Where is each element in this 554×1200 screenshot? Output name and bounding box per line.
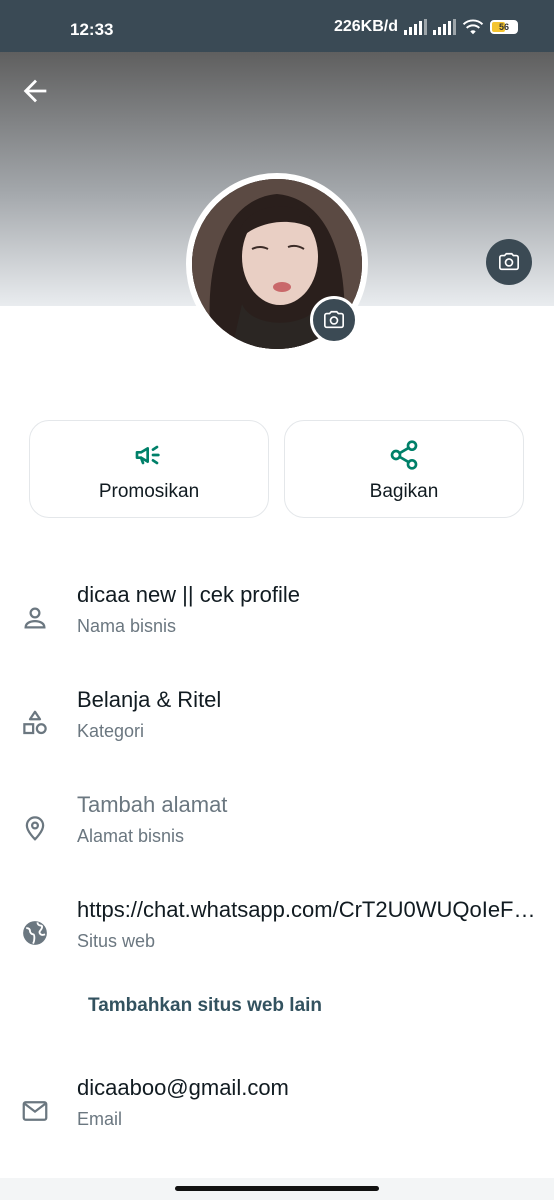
share-label: Bagikan bbox=[369, 481, 439, 502]
email-value: dicaaboo@gmail.com bbox=[77, 1075, 289, 1100]
status-indicators: 226KB/d 56 bbox=[334, 18, 518, 36]
battery-icon: 56 bbox=[490, 20, 518, 34]
share-icon bbox=[390, 440, 418, 470]
website-value: https://chat.whatsapp.com/CrT2U0WUQoIeFD… bbox=[77, 897, 542, 922]
promote-label: Promosikan bbox=[98, 481, 200, 502]
category-row[interactable]: Belanja & Ritel Kategori bbox=[0, 683, 554, 763]
share-button[interactable]: Bagikan bbox=[284, 420, 524, 518]
category-value: Belanja & Ritel bbox=[77, 687, 222, 712]
location-pin-icon bbox=[25, 816, 45, 841]
avatar-camera-button[interactable] bbox=[310, 296, 358, 344]
business-name-value: dicaa new || cek profile bbox=[77, 582, 300, 607]
signal-icon bbox=[404, 19, 427, 35]
business-name-row[interactable]: dicaa new || cek profile Nama bisnis bbox=[0, 578, 554, 658]
email-row[interactable]: dicaaboo@gmail.com Email bbox=[0, 1071, 554, 1151]
network-speed: 226KB/d bbox=[333, 18, 398, 35]
wifi-icon bbox=[462, 19, 484, 35]
battery-level: 56 bbox=[498, 22, 509, 32]
home-indicator[interactable] bbox=[175, 1186, 379, 1191]
camera-icon bbox=[324, 310, 344, 329]
website-row[interactable]: https://chat.whatsapp.com/CrT2U0WUQoIeFD… bbox=[0, 893, 554, 973]
megaphone-icon bbox=[135, 445, 160, 465]
category-shapes-icon bbox=[23, 710, 47, 735]
website-label: Situs web bbox=[77, 931, 156, 951]
signal-icon bbox=[433, 19, 456, 35]
category-label: Kategori bbox=[77, 721, 145, 741]
person-icon bbox=[24, 607, 46, 629]
globe-icon bbox=[23, 921, 47, 945]
mail-icon bbox=[22, 1101, 48, 1121]
camera-icon bbox=[499, 252, 519, 271]
cover-camera-button[interactable] bbox=[486, 239, 532, 285]
address-label: Alamat bisnis bbox=[77, 826, 185, 846]
add-website-link[interactable]: Tambahkan situs web lain bbox=[88, 995, 322, 1017]
promote-button[interactable]: Promosikan bbox=[29, 420, 269, 518]
arrow-left-icon bbox=[23, 79, 47, 103]
address-value: Tambah alamat bbox=[77, 792, 228, 817]
business-name-label: Nama bisnis bbox=[77, 616, 177, 636]
back-button[interactable] bbox=[18, 74, 52, 108]
status-bar: 12:33 226KB/d 56 bbox=[0, 0, 554, 52]
address-row[interactable]: Tambah alamat Alamat bisnis bbox=[0, 788, 554, 868]
status-time: 12:33 bbox=[70, 20, 114, 39]
email-label: Email bbox=[77, 1109, 123, 1129]
